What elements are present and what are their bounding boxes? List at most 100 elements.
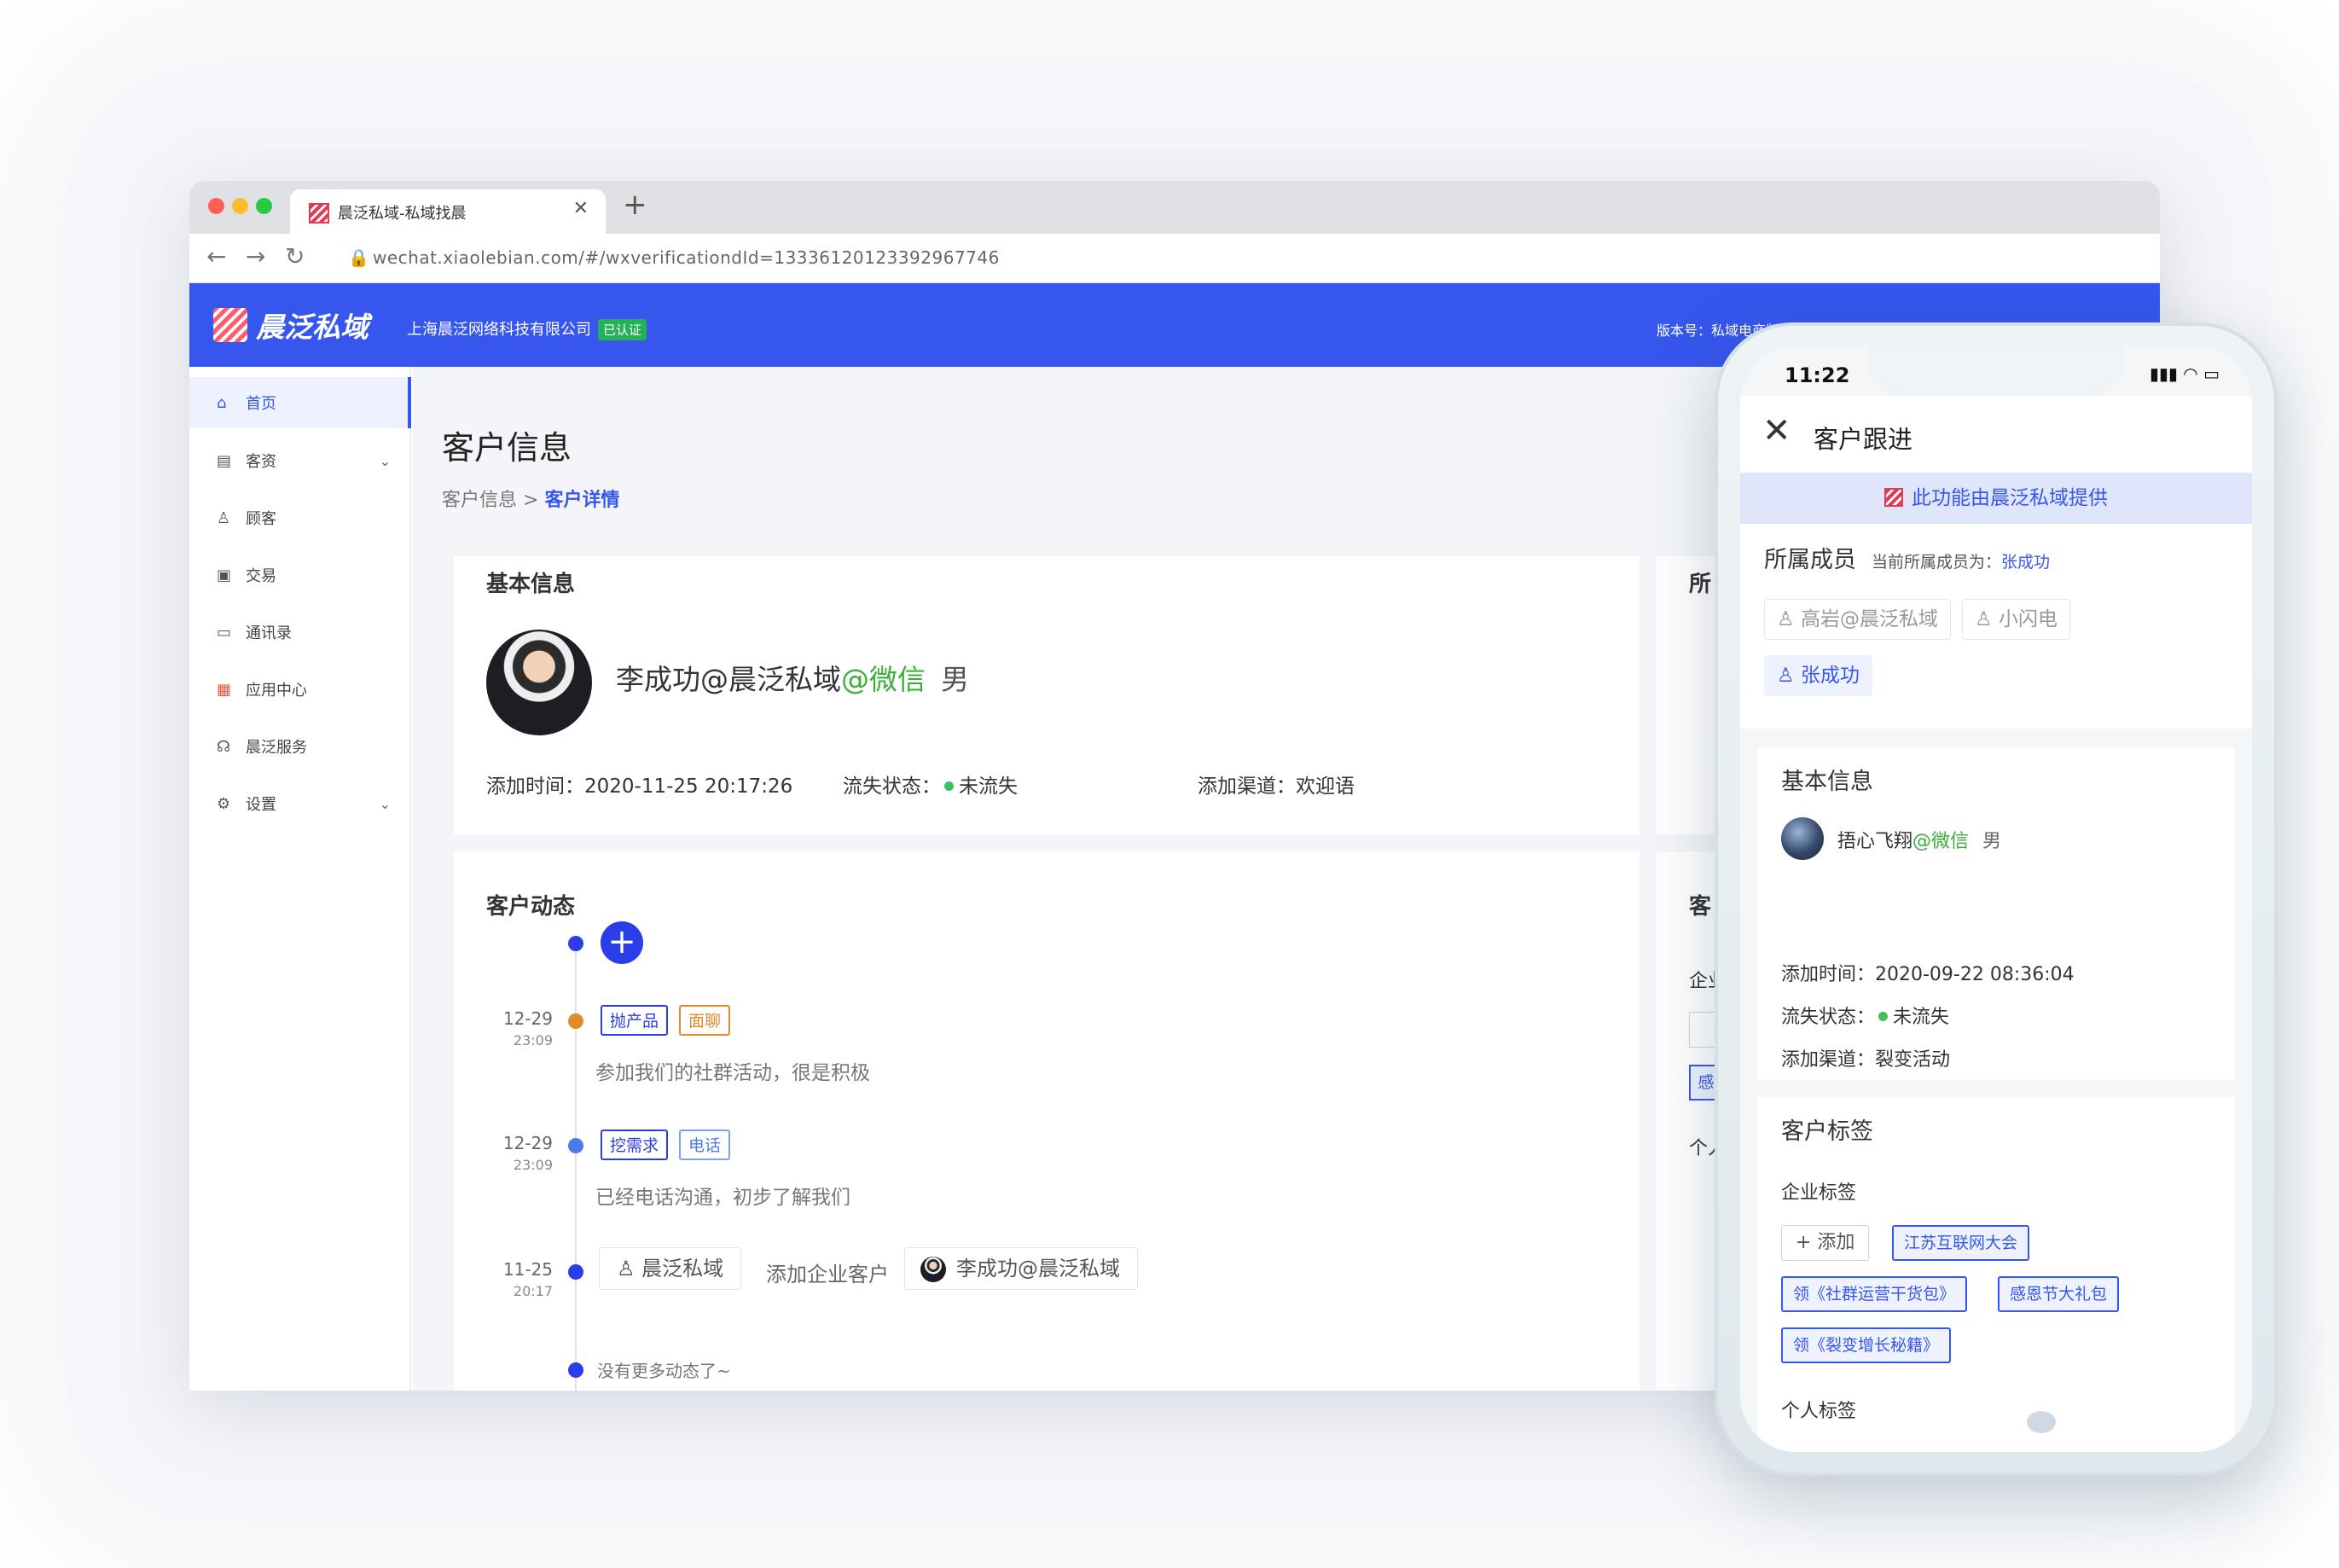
current-member: 当前所属成员为：张成功 [1872, 553, 2050, 572]
phone-title: 客户跟进 [1814, 425, 1913, 454]
signal-icon: ▮▮▮ [2149, 363, 2178, 384]
sidebar-item-label: 交易 [246, 567, 276, 585]
churn-label: 流失状态： [843, 775, 941, 798]
url-field[interactable]: wechat.xiaolebian.com/#/wxverificationdI… [373, 247, 1000, 268]
channel-value: 欢迎语 [1296, 775, 1355, 798]
sidebar-item-app-center[interactable]: ▦ 应用中心 [189, 664, 411, 715]
timeline-dot [568, 1362, 583, 1378]
activity-action: 添加企业客户 [766, 1263, 889, 1286]
avatar [920, 1257, 946, 1282]
close-window-dot[interactable] [208, 198, 224, 214]
customer-name: 李成功@晨泛私域@微信男 [616, 657, 969, 698]
activity-tag: 面聊 [679, 1005, 731, 1036]
actor-chip[interactable]: ♙ 晨泛私域 [599, 1247, 742, 1290]
chevron-down-icon: ⌄ [379, 795, 391, 812]
forward-icon[interactable]: → [246, 242, 265, 270]
user-icon: ♙ [1777, 608, 1801, 630]
member-chip[interactable]: ♙ 小闪电 [1962, 599, 2070, 640]
no-more-text: 没有更多动态了~ [597, 1361, 731, 1381]
provider-banner: 此功能由晨泛私域提供 [1740, 473, 2252, 524]
lock-icon: 🔒 [348, 247, 369, 268]
sidebar-item-service[interactable]: ☊ 晨泛服务 [189, 721, 411, 772]
brand-logo-icon [1884, 488, 1903, 507]
tab-title: 晨泛私域-私域找晨 [338, 205, 467, 223]
status-dot-icon [944, 781, 954, 791]
member-name: 高岩@晨泛私域 [1800, 608, 1938, 630]
minimize-window-dot[interactable] [232, 198, 248, 214]
tab-bar: 晨泛私域-私域找晨 ✕ + [189, 181, 2160, 234]
sidebar-item-customer-resource[interactable]: ▤ 客资 ⌄ [189, 435, 411, 486]
close-icon[interactable]: ✕ [1762, 411, 1791, 450]
customer-gender: 男 [1982, 831, 2002, 852]
target-chip[interactable]: 李成功@晨泛私域 [904, 1247, 1138, 1290]
reload-icon[interactable]: ↻ [285, 242, 305, 270]
address-bar: ← → ↻ 🔒 wechat.xiaolebian.com/#/wxverifi… [189, 234, 2160, 283]
transaction-icon: ▣ [217, 566, 232, 584]
status-time: 11:22 [1785, 363, 1850, 387]
status-dot-icon [1878, 1012, 1889, 1021]
browser-tab[interactable]: 晨泛私域-私域找晨 ✕ [290, 189, 606, 234]
breadcrumb-parent[interactable]: 客户信息 [442, 490, 517, 511]
member-name: 小闪电 [1998, 608, 2058, 630]
tag: 江苏互联网大会 [1892, 1225, 2030, 1261]
brand[interactable]: 晨泛私域 [213, 307, 369, 344]
member-chip-selected[interactable]: ♙ 张成功 [1764, 655, 1872, 696]
phone-header: ✕ 客户跟进 [1740, 396, 2252, 473]
actor-name: 晨泛私域 [641, 1257, 724, 1281]
sidebar-item-contacts[interactable]: ▭ 通讯录 [189, 607, 411, 658]
breadcrumb: 客户信息 > 客户详情 [442, 485, 619, 512]
add-activity-button[interactable]: + [601, 921, 643, 964]
sidebar-item-label: 设置 [246, 796, 276, 814]
phone-notch [1866, 346, 2126, 396]
customer-resource-icon: ▤ [217, 451, 232, 470]
timeline-dot [568, 936, 583, 951]
sidebar-item-label: 顾客 [246, 510, 276, 528]
close-tab-icon[interactable]: ✕ [573, 198, 589, 219]
avatar [1781, 817, 1824, 860]
churn-value: 未流失 [1893, 1007, 1950, 1028]
timeline-time: 20:17 [513, 1283, 553, 1299]
wifi-icon: ◠ [2183, 363, 2198, 384]
timeline-dot [568, 1013, 583, 1029]
sidebar-item-customers[interactable]: ♙ 顾客 [189, 492, 411, 543]
chat-bubble-icon[interactable] [2027, 1411, 2056, 1433]
brand-logo-icon [213, 308, 247, 342]
page-title: 客户信息 [442, 429, 572, 467]
activity-tag: 电话 [679, 1130, 731, 1160]
phone-basic-info: 基本信息 捂心飞翔@微信男 [1757, 747, 2235, 952]
card-title: 客户动态 [486, 894, 576, 920]
churn-value: 未流失 [959, 775, 1018, 798]
sidebar-item-label: 应用中心 [246, 682, 307, 700]
maximize-window-dot[interactable] [256, 198, 272, 214]
phone-screen: 11:22 ▮▮▮ ◠ ▭ ✕ 客户跟进 此功能由晨泛私域提供 所属成员 当前所属… [1740, 346, 2252, 1452]
section-title: 客户标签 [1781, 1118, 1873, 1145]
add-tag-button[interactable]: + 添加 [1781, 1225, 1870, 1261]
personal-tags-title: 个人标签 [1781, 1401, 1857, 1422]
activity-card: 客户动态 + 12-29 23:09 抛产品 面聊 参加我们的社群活动，很是积极… [454, 851, 1640, 1391]
tag: 领《社群运营干货包》 [1781, 1276, 1968, 1312]
back-icon[interactable]: ← [206, 242, 226, 270]
breadcrumb-separator: > [523, 490, 539, 511]
member-chip[interactable]: ♙ 高岩@晨泛私域 [1764, 599, 1951, 640]
contacts-icon: ▭ [217, 623, 232, 642]
card-title: 基本信息 [486, 572, 576, 597]
tag: 感恩节大礼包 [1998, 1276, 2120, 1312]
churn-label: 流失状态： [1781, 1007, 1876, 1028]
sidebar-item-transactions[interactable]: ▣ 交易 [189, 549, 411, 601]
current-member-name: 张成功 [2001, 553, 2051, 572]
gear-icon: ⚙ [217, 794, 231, 813]
timeline-date: 12-29 [502, 1008, 553, 1029]
sidebar-item-settings[interactable]: ⚙ 设置 ⌄ [189, 778, 411, 829]
breadcrumb-current: 客户详情 [544, 490, 620, 511]
new-tab-icon[interactable]: + [623, 188, 647, 222]
enterprise-tags-title: 企业标签 [1781, 1182, 1857, 1204]
user-icon: ♙ [1975, 608, 1999, 630]
add-time-value: 2020-11-25 20:17:26 [584, 775, 793, 798]
members-section: 所属成员 当前所属成员为：张成功 ♙ 高岩@晨泛私域 ♙ 小闪电 ♙ 张成功 [1740, 524, 2252, 729]
sidebar-item-home[interactable]: ⌂ 首页 [189, 377, 411, 428]
add-time-label: 添加时间： [486, 775, 584, 798]
brand-name: 晨泛私域 [256, 311, 369, 344]
customer-source: @微信 [841, 663, 926, 696]
activity-text: 参加我们的社群活动，很是积极 [595, 1062, 870, 1084]
company-name: 上海晨泛网络科技有限公司 已认证 [407, 317, 647, 340]
